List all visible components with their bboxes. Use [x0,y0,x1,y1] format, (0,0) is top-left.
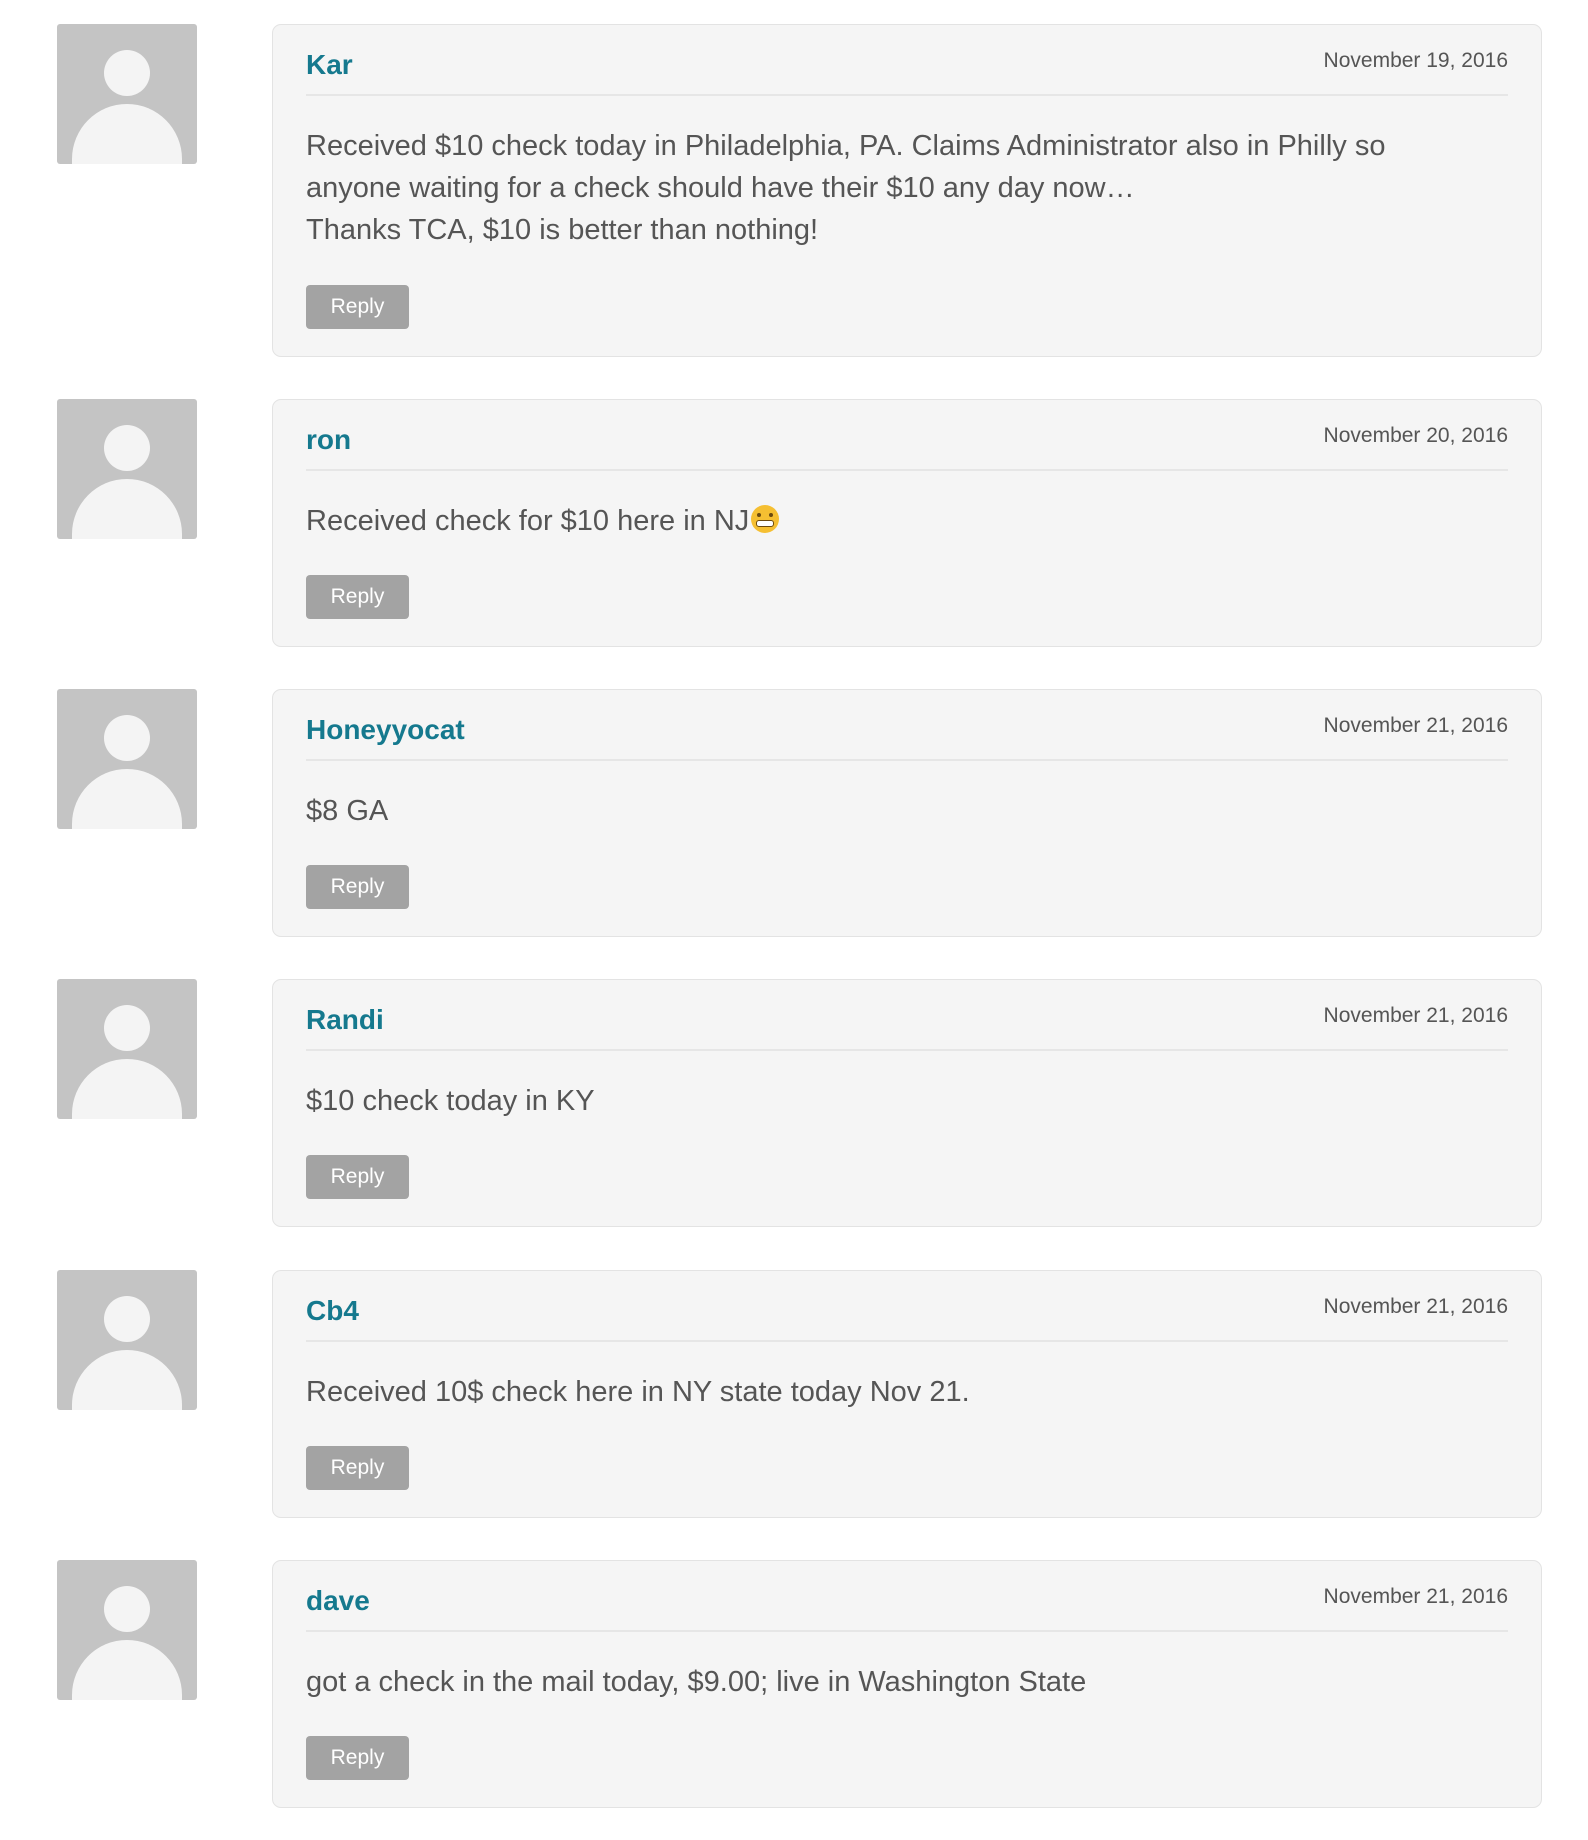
avatar-head-shape [104,1296,150,1342]
comment-text: $8 GA [306,790,1508,832]
avatar-body-shape [72,1059,182,1119]
comment-author-link[interactable]: Kar [306,49,353,81]
comment-date: November 20, 2016 [1323,424,1508,447]
comment-text-line: Received $10 check today in Philadelphia… [306,130,1386,162]
avatar-head-shape [104,425,150,471]
avatar [57,24,197,164]
reply-button[interactable]: Reply [306,1155,409,1199]
reply-button[interactable]: Reply [306,285,409,329]
avatar-head-shape [104,1005,150,1051]
comment-card: Kar November 19, 2016 Received $10 check… [272,24,1542,357]
comment-text: Received 10$ check here in NY state toda… [306,1371,1508,1413]
comment-text-line: got a check in the mail today, $9.00; li… [306,1666,1087,1698]
avatar-head-shape [104,1586,150,1632]
comment-date: November 21, 2016 [1323,1585,1508,1608]
comment-author-link[interactable]: ron [306,424,351,456]
comment-author-link[interactable]: Randi [306,1004,384,1036]
comment-header: Cb4 November 21, 2016 [306,1271,1508,1342]
comment-text-line: Received 10$ check here in NY state toda… [306,1376,970,1408]
avatar-body-shape [72,769,182,829]
comment-card: Randi November 21, 2016 $10 check today … [272,979,1542,1227]
avatar-body-shape [72,104,182,164]
comment-text-line: Received check for $10 here in NJ [306,500,1508,542]
avatar [57,1560,197,1700]
avatar [57,1270,197,1410]
comment-text-line: $10 check today in KY [306,1085,595,1117]
comment-text-line: $8 GA [306,795,389,827]
comment-card: dave November 21, 2016 got a check in th… [272,1560,1542,1808]
comment-text-line: anyone waiting for a check should have t… [306,172,1135,204]
avatar-body-shape [72,1350,182,1410]
avatar [57,689,197,829]
comment-header: Randi November 21, 2016 [306,980,1508,1051]
comment-date: November 21, 2016 [1323,714,1508,737]
comment-header: dave November 21, 2016 [306,1561,1508,1632]
comment-date: November 21, 2016 [1323,1295,1508,1318]
reply-button[interactable]: Reply [306,1736,409,1780]
avatar-head-shape [104,50,150,96]
comment-text: got a check in the mail today, $9.00; li… [306,1661,1508,1703]
comment-author-link[interactable]: dave [306,1585,370,1617]
reply-button[interactable]: Reply [306,1446,409,1490]
comment-text: Received check for $10 here in NJ [306,500,1508,542]
comment-text: Received $10 check today in Philadelphia… [306,125,1508,251]
comment-author-link[interactable]: Cb4 [306,1295,359,1327]
reply-button[interactable]: Reply [306,865,409,909]
comment-date: November 21, 2016 [1323,1004,1508,1027]
comment-header: ron November 20, 2016 [306,400,1508,471]
comment-header: Honeyyocat November 21, 2016 [306,690,1508,761]
comment-author-link[interactable]: Honeyyocat [306,714,465,746]
comment-text-line: Thanks TCA, $10 is better than nothing! [306,214,819,246]
comment-card: ron November 20, 2016 Received check for… [272,399,1542,647]
reply-button[interactable]: Reply [306,575,409,619]
grimacing-face-emoji-icon [751,505,780,533]
avatar-head-shape [104,715,150,761]
comment-card: Honeyyocat November 21, 2016 $8 GA Reply [272,689,1542,937]
comment-card: Cb4 November 21, 2016 Received 10$ check… [272,1270,1542,1518]
comment-text: $10 check today in KY [306,1080,1508,1122]
comment-date: November 19, 2016 [1323,49,1508,72]
avatar [57,979,197,1119]
avatar-body-shape [72,1640,182,1700]
avatar [57,399,197,539]
avatar-body-shape [72,479,182,539]
comment-header: Kar November 19, 2016 [306,25,1508,96]
comment-text-content: Received check for $10 here in NJ [306,505,750,537]
